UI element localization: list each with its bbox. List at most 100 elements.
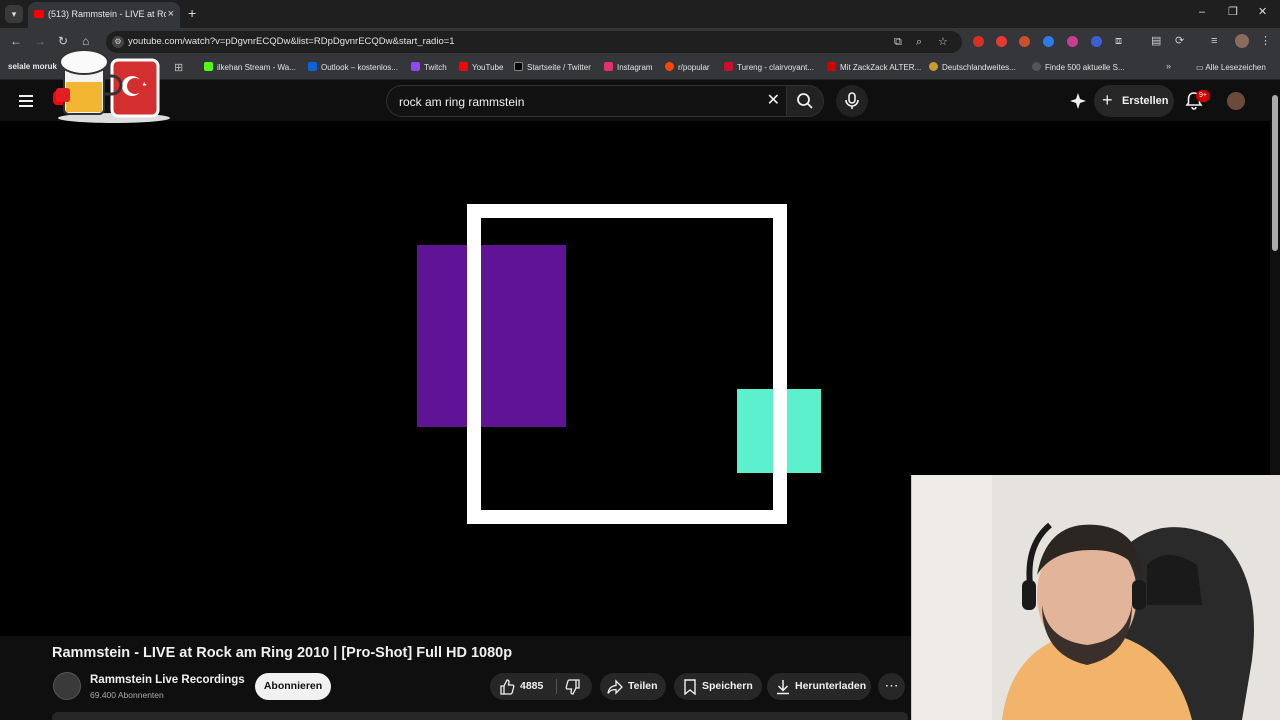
bookmarks-bar: selale moruk ⊞ ilkehan Stream - Wa... Ou…: [0, 56, 1280, 80]
share-label: Teilen: [628, 680, 658, 692]
forward-arrow-icon[interactable]: →: [34, 34, 46, 48]
bookmark-star-icon[interactable]: ☆: [938, 35, 948, 49]
bookmark-youtube[interactable]: YouTube: [459, 61, 503, 75]
extension-red-icon[interactable]: [996, 36, 1007, 47]
back-arrow-icon[interactable]: ←: [10, 34, 22, 48]
streamer-webcam-image: [912, 475, 1280, 720]
deutschland-icon: [929, 62, 938, 71]
profile-avatar[interactable]: [1235, 34, 1249, 48]
extension-blue-icon[interactable]: [1043, 36, 1054, 47]
like-button[interactable]: 4885: [490, 673, 556, 700]
chrome-menu-icon[interactable]: ⋮: [1260, 34, 1271, 48]
new-tab-plus-icon[interactable]: +: [188, 5, 196, 21]
address-bar[interactable]: ⚙ youtube.com/watch?v=pDgvnrECQDw&list=R…: [106, 31, 962, 53]
zackzack-icon: [827, 62, 836, 71]
create-button[interactable]: + Erstellen: [1094, 85, 1174, 117]
apps-grid-icon[interactable]: ⊞: [174, 61, 183, 75]
thumbs-up-icon: [500, 679, 515, 695]
create-label: Erstellen: [1122, 95, 1169, 107]
zoom-icon[interactable]: ⌕: [916, 35, 922, 49]
save-label: Speichern: [702, 680, 753, 692]
sparkle-ai-icon[interactable]: [1069, 92, 1087, 110]
clear-search-icon[interactable]: ✕: [767, 92, 780, 110]
bookmark-outlook[interactable]: Outlook – kostenlos...: [308, 61, 398, 75]
search-button[interactable]: [786, 85, 824, 117]
twitch-icon: [411, 62, 420, 71]
like-count: 4885: [520, 680, 544, 692]
all-bookmarks-folder[interactable]: ▭ Alle Lesezeichen: [1196, 61, 1266, 75]
channel-avatar[interactable]: [53, 672, 81, 700]
share-button[interactable]: Teilen: [600, 673, 666, 700]
subscribe-button[interactable]: Abonnieren: [255, 673, 331, 700]
extensions-puzzle-icon[interactable]: ⧈: [1115, 34, 1122, 48]
url-text[interactable]: youtube.com/watch?v=pDgvnrECQDw&list=RDp…: [128, 36, 455, 47]
bookmark-kick[interactable]: ilkehan Stream - Wa...: [204, 61, 296, 75]
voice-search-button[interactable]: [836, 85, 868, 117]
kick-icon: [204, 62, 213, 71]
minimize-icon[interactable]: –: [1199, 6, 1205, 18]
bookmark-tureng[interactable]: Tureng - clairvoyant...: [724, 61, 814, 75]
media-controls-icon[interactable]: ≡: [1211, 34, 1217, 48]
search-query-text[interactable]: rock am ring rammstein: [399, 95, 524, 109]
like-dislike-group: 4885: [490, 673, 592, 700]
share-arrow-icon: [607, 679, 623, 695]
thumbs-down-icon: [565, 679, 580, 695]
menu-hamburger-icon[interactable]: [19, 95, 33, 107]
plus-icon: +: [1102, 90, 1113, 110]
download-button[interactable]: Herunterladen: [767, 673, 871, 700]
youtube-icon: [459, 62, 468, 71]
tureng-icon: [724, 62, 733, 71]
browser-tabstrip: ▾ (513) Rammstein - LIVE at Rock × + – ❐…: [0, 0, 1280, 28]
bookmarks-overflow-icon[interactable]: »: [1166, 61, 1171, 71]
bookmark-finde[interactable]: Finde 500 aktuelle S...: [1032, 61, 1125, 75]
folder-icon: ▭: [1196, 63, 1206, 72]
notification-count-badge: 9+: [1196, 90, 1210, 102]
bookmark-reddit[interactable]: r/popular: [665, 61, 710, 75]
beer-tea-sticker-image: [56, 49, 170, 123]
info-icon: [1032, 62, 1041, 71]
extension-audio-icon[interactable]: [1091, 36, 1102, 47]
instagram-icon: [604, 62, 613, 71]
extension-fox-icon[interactable]: [1019, 36, 1030, 47]
sync-icon[interactable]: ⟳: [1175, 34, 1184, 48]
bookmark-deutschland[interactable]: Deutschlandweites...: [929, 61, 1016, 75]
outlook-icon: [308, 62, 317, 71]
download-label: Herunterladen: [795, 680, 867, 692]
description-box-edge[interactable]: [52, 712, 908, 720]
search-input[interactable]: rock am ring rammstein ✕: [386, 85, 786, 117]
video-title: Rammstein - LIVE at Rock am Ring 2010 | …: [52, 645, 513, 661]
youtube-favicon-icon: [34, 10, 44, 18]
tab-search-chevron-icon[interactable]: ▾: [5, 5, 23, 23]
save-button[interactable]: Speichern: [674, 673, 762, 700]
bookmark-selale[interactable]: selale moruk: [8, 62, 57, 71]
bookmark-icon: [684, 679, 696, 695]
search-icon: [797, 93, 813, 109]
account-avatar[interactable]: [1227, 92, 1245, 110]
sidepanel-icon[interactable]: ▤: [1151, 34, 1161, 48]
youtube-masthead: rock am ring rammstein ✕ + Erstellen 9+: [0, 81, 1280, 121]
more-actions-icon[interactable]: ⋯: [878, 673, 905, 700]
download-icon: [777, 680, 789, 695]
dislike-button[interactable]: [557, 673, 592, 700]
video-white-frame: [467, 204, 787, 524]
bookmark-twitter[interactable]: Startseite / Twitter: [514, 61, 591, 75]
subscriber-count: 69.400 Abonnenten: [90, 690, 164, 700]
reddit-icon: [665, 62, 674, 71]
bookmark-instagram[interactable]: Instagram: [604, 61, 653, 75]
scrollbar-thumb[interactable]: [1272, 95, 1278, 251]
restore-window-icon[interactable]: ❐: [1228, 6, 1238, 18]
browser-tab-active[interactable]: (513) Rammstein - LIVE at Rock ×: [28, 2, 180, 28]
bookmark-twitch[interactable]: Twitch: [411, 61, 447, 75]
bookmark-zackzack[interactable]: Mit ZackZack ALTER...: [827, 61, 921, 75]
extension-pink-icon[interactable]: [1067, 36, 1078, 47]
extension-adblock-icon[interactable]: [973, 36, 984, 47]
microphone-icon: [845, 92, 859, 109]
close-window-icon[interactable]: ✕: [1258, 6, 1267, 18]
x-twitter-icon: [514, 62, 523, 71]
close-tab-icon[interactable]: ×: [168, 8, 174, 20]
webcam-overlay: [911, 475, 1280, 720]
channel-name[interactable]: Rammstein Live Recordings: [90, 674, 245, 686]
tab-title: (513) Rammstein - LIVE at Rock: [48, 9, 166, 19]
install-app-icon[interactable]: ⧉: [894, 35, 902, 49]
browser-toolbar: ← → ↻ ⌂ ⚙ youtube.com/watch?v=pDgvnrECQD…: [0, 28, 1280, 56]
